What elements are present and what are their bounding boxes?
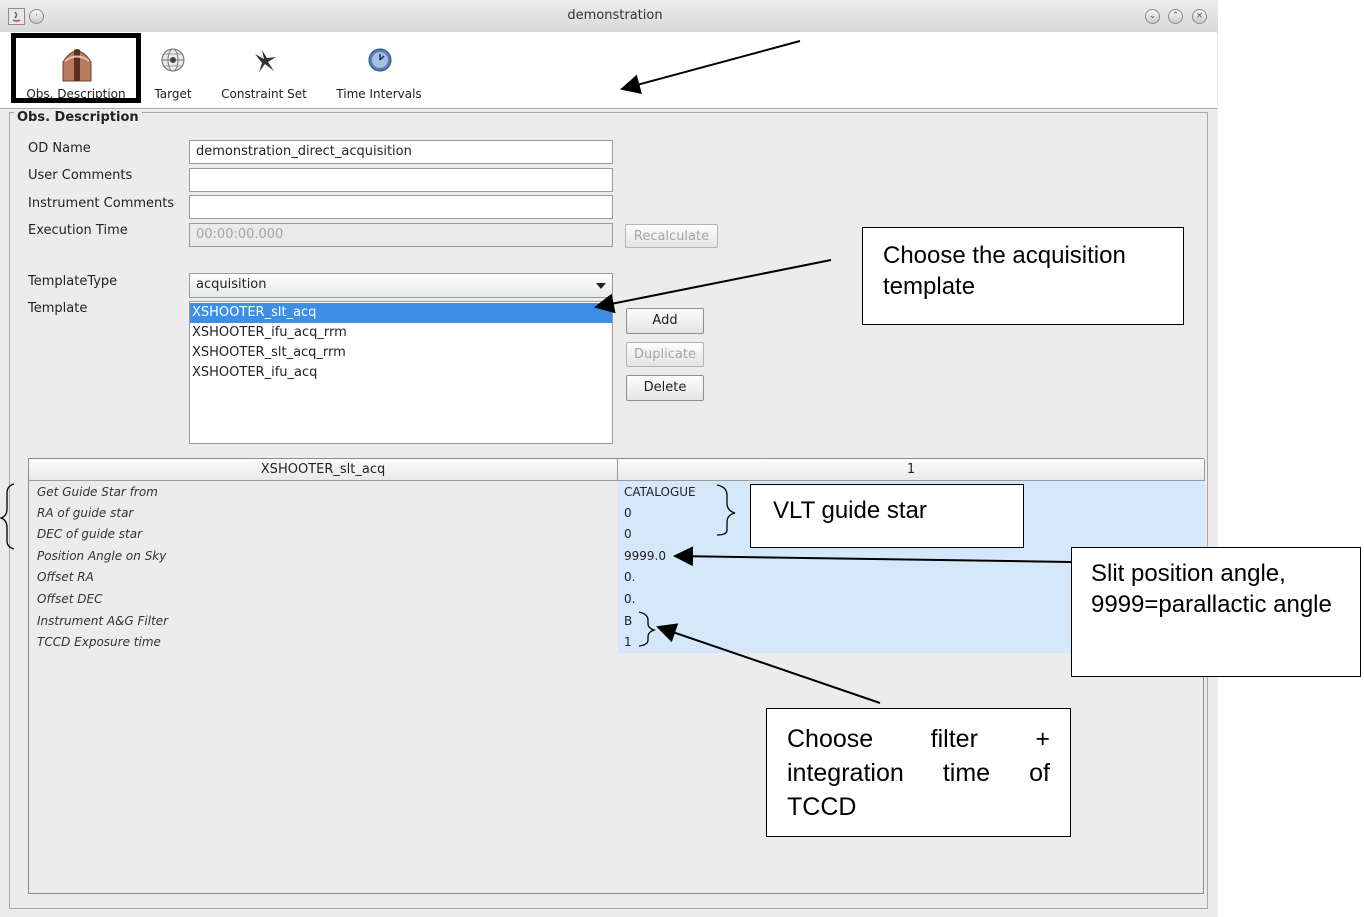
template-arrow — [594, 259, 832, 314]
filter-brace — [638, 611, 657, 647]
slit-angle-arrow — [673, 546, 1072, 567]
filter-arrow — [656, 623, 881, 704]
toolbar-arrow — [620, 40, 801, 94]
annotation-arrows — [0, 40, 1072, 704]
guide-star-brace — [716, 484, 736, 536]
left-brace — [0, 483, 15, 550]
